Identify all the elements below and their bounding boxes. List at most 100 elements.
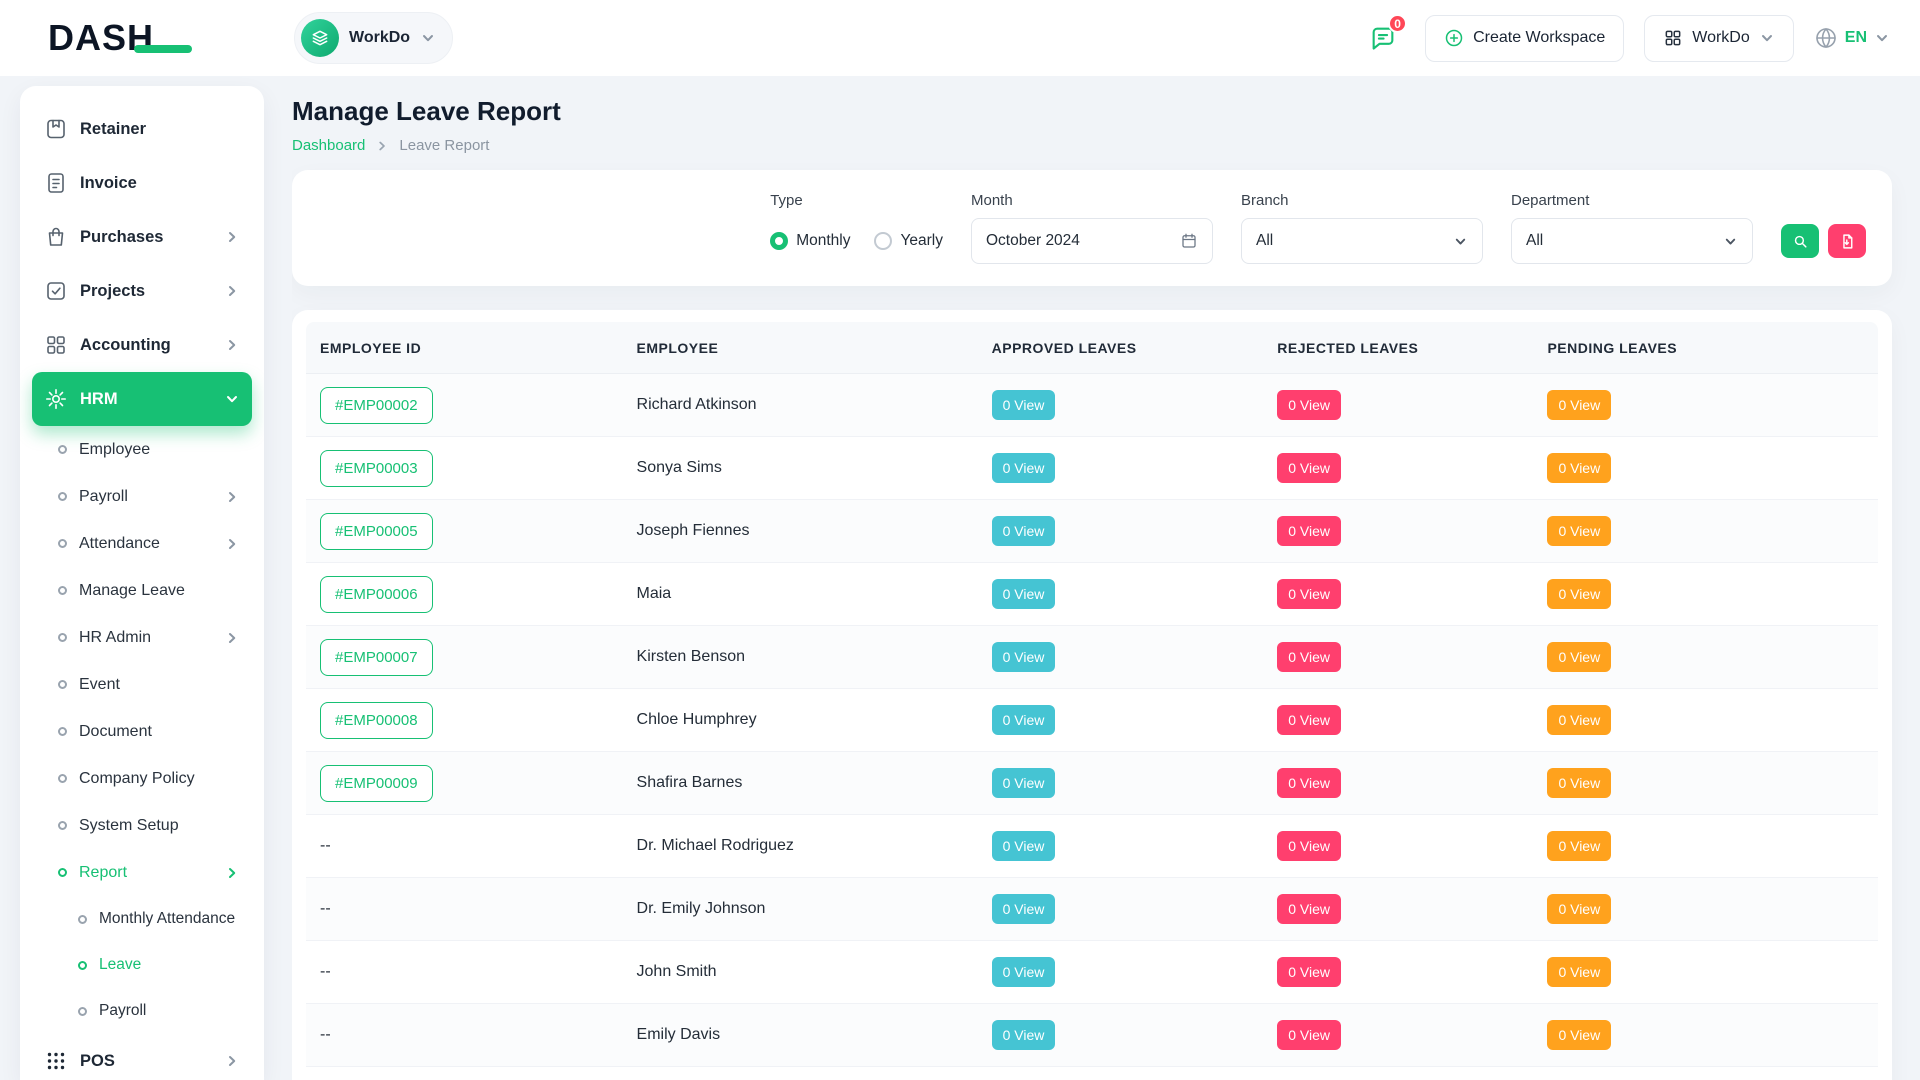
sidebar-item-retainer[interactable]: Retainer bbox=[32, 102, 252, 156]
rejected-leaves-badge[interactable]: 0 View bbox=[1277, 579, 1341, 609]
filter-actions bbox=[1781, 224, 1866, 258]
approved-leaves-badge[interactable]: 0 View bbox=[992, 579, 1056, 609]
rejected-leaves-cell: 0 View bbox=[1277, 831, 1547, 861]
sidebar-item-accounting[interactable]: Accounting bbox=[32, 318, 252, 372]
sidebar-item-monthly-attendance[interactable]: Monthly Attendance bbox=[32, 896, 252, 942]
sidebar-item-hr-admin[interactable]: HR Admin bbox=[32, 614, 252, 661]
pending-leaves-badge[interactable]: 0 View bbox=[1547, 453, 1611, 483]
rejected-leaves-badge[interactable]: 0 View bbox=[1277, 894, 1341, 924]
create-workspace-button[interactable]: Create Workspace bbox=[1425, 15, 1624, 62]
pending-leaves-badge[interactable]: 0 View bbox=[1547, 705, 1611, 735]
rejected-leaves-badge[interactable]: 0 View bbox=[1277, 1020, 1341, 1050]
approved-leaves-badge[interactable]: 0 View bbox=[992, 516, 1056, 546]
sidebar-item-purchases[interactable]: Purchases bbox=[32, 210, 252, 264]
branch-select[interactable]: All bbox=[1241, 218, 1483, 264]
rejected-leaves-badge[interactable]: 0 View bbox=[1277, 831, 1341, 861]
sidebar-item-event[interactable]: Event bbox=[32, 661, 252, 708]
sidebar: RetainerInvoicePurchasesProjectsAccounti… bbox=[20, 86, 264, 1080]
rejected-leaves-badge[interactable]: 0 View bbox=[1277, 390, 1341, 420]
sidebar-item-document[interactable]: Document bbox=[32, 708, 252, 755]
workspace-menu-button[interactable]: WorkDo bbox=[1644, 15, 1794, 62]
approved-leaves-badge[interactable]: 0 View bbox=[992, 453, 1056, 483]
breadcrumb-dashboard-link[interactable]: Dashboard bbox=[292, 137, 365, 154]
sidebar-item-company-policy[interactable]: Company Policy bbox=[32, 755, 252, 802]
sidebar-item-report[interactable]: Report bbox=[32, 849, 252, 896]
approved-leaves-badge[interactable]: 0 View bbox=[992, 957, 1056, 987]
month-input[interactable]: October 2024 bbox=[971, 218, 1213, 264]
rejected-leaves-badge[interactable]: 0 View bbox=[1277, 642, 1341, 672]
sidebar-item-payroll[interactable]: Payroll bbox=[32, 473, 252, 520]
sidebar-item-leave[interactable]: Leave bbox=[32, 942, 252, 988]
approved-leaves-cell: 0 View bbox=[992, 705, 1278, 735]
pending-leaves-badge[interactable]: 0 View bbox=[1547, 831, 1611, 861]
radio-yearly-control[interactable] bbox=[874, 232, 892, 250]
approved-leaves-badge[interactable]: 0 View bbox=[992, 642, 1056, 672]
employee-name: Joseph Fiennes bbox=[637, 522, 750, 539]
employee-id-cell: #EMP00006 bbox=[320, 576, 637, 613]
sidebar-item-employee[interactable]: Employee bbox=[32, 426, 252, 473]
radio-monthly-label: Monthly bbox=[796, 232, 850, 250]
department-select[interactable]: All bbox=[1511, 218, 1753, 264]
breadcrumb: Dashboard Leave Report bbox=[292, 137, 1892, 154]
pending-leaves-badge[interactable]: 0 View bbox=[1547, 642, 1611, 672]
sidebar-item-hrm[interactable]: HRM bbox=[32, 372, 252, 426]
approved-leaves-badge[interactable]: 0 View bbox=[992, 705, 1056, 735]
employee-id-button[interactable]: #EMP00005 bbox=[320, 513, 433, 550]
bullet-icon bbox=[58, 539, 67, 548]
language-selector[interactable]: EN bbox=[1814, 26, 1890, 50]
dash-logo: DASH bbox=[48, 17, 198, 59]
sidebar-item-invoice[interactable]: Invoice bbox=[32, 156, 252, 210]
table-row: --Dr. Michael Rodriguez0 View0 View0 Vie… bbox=[306, 815, 1878, 878]
rejected-leaves-badge[interactable]: 0 View bbox=[1277, 453, 1341, 483]
employee-id-button[interactable]: #EMP00008 bbox=[320, 702, 433, 739]
approved-leaves-badge[interactable]: 0 View bbox=[992, 768, 1056, 798]
approved-leaves-badge[interactable]: 0 View bbox=[992, 831, 1056, 861]
sidebar-item-label: POS bbox=[80, 1052, 115, 1071]
sidebar-item-pos[interactable]: POS bbox=[32, 1034, 252, 1080]
retainer-icon bbox=[44, 117, 68, 141]
employee-id-button[interactable]: #EMP00003 bbox=[320, 450, 433, 487]
approved-leaves-badge[interactable]: 0 View bbox=[992, 1020, 1056, 1050]
sidebar-item-attendance[interactable]: Attendance bbox=[32, 520, 252, 567]
pending-leaves-badge[interactable]: 0 View bbox=[1547, 768, 1611, 798]
bullet-icon bbox=[78, 915, 87, 924]
rejected-leaves-badge[interactable]: 0 View bbox=[1277, 957, 1341, 987]
employee-id-button[interactable]: #EMP00009 bbox=[320, 765, 433, 802]
pending-leaves-badge[interactable]: 0 View bbox=[1547, 894, 1611, 924]
sidebar-item-payroll[interactable]: Payroll bbox=[32, 988, 252, 1034]
employee-id-button[interactable]: #EMP00007 bbox=[320, 639, 433, 676]
rejected-leaves-badge[interactable]: 0 View bbox=[1277, 516, 1341, 546]
employee-id-empty: -- bbox=[320, 900, 331, 917]
purchases-icon bbox=[44, 225, 68, 249]
export-button[interactable] bbox=[1828, 224, 1866, 258]
rejected-leaves-badge[interactable]: 0 View bbox=[1277, 768, 1341, 798]
sidebar-item-system-setup[interactable]: System Setup bbox=[32, 802, 252, 849]
hrm-icon bbox=[44, 387, 68, 411]
pending-leaves-badge[interactable]: 0 View bbox=[1547, 1020, 1611, 1050]
bullet-icon bbox=[58, 727, 67, 736]
workspace-switcher[interactable]: WorkDo bbox=[294, 12, 453, 64]
pending-leaves-badge[interactable]: 0 View bbox=[1547, 390, 1611, 420]
employee-id-button[interactable]: #EMP00006 bbox=[320, 576, 433, 613]
pending-leaves-badge[interactable]: 0 View bbox=[1547, 579, 1611, 609]
pending-leaves-cell: 0 View bbox=[1547, 1020, 1864, 1050]
search-button[interactable] bbox=[1781, 224, 1819, 258]
rejected-leaves-badge[interactable]: 0 View bbox=[1277, 705, 1341, 735]
sidebar-item-label: Leave bbox=[99, 956, 141, 974]
radio-monthly-control[interactable] bbox=[770, 232, 788, 250]
pending-leaves-badge[interactable]: 0 View bbox=[1547, 957, 1611, 987]
radio-option-yearly[interactable]: Yearly bbox=[874, 232, 943, 250]
sidebar-item-manage-leave[interactable]: Manage Leave bbox=[32, 567, 252, 614]
messages-button[interactable]: 0 bbox=[1361, 16, 1405, 60]
pending-leaves-badge[interactable]: 0 View bbox=[1547, 516, 1611, 546]
radio-option-monthly[interactable]: Monthly bbox=[770, 232, 850, 250]
sidebar-item-projects[interactable]: Projects bbox=[32, 264, 252, 318]
employee-id-cell: -- bbox=[320, 1026, 637, 1044]
month-label: Month bbox=[971, 192, 1213, 209]
employee-name: Maia bbox=[637, 585, 672, 602]
employee-id-button[interactable]: #EMP00002 bbox=[320, 387, 433, 424]
bullet-icon bbox=[78, 1007, 87, 1016]
invoice-icon bbox=[44, 171, 68, 195]
approved-leaves-badge[interactable]: 0 View bbox=[992, 894, 1056, 924]
approved-leaves-badge[interactable]: 0 View bbox=[992, 390, 1056, 420]
